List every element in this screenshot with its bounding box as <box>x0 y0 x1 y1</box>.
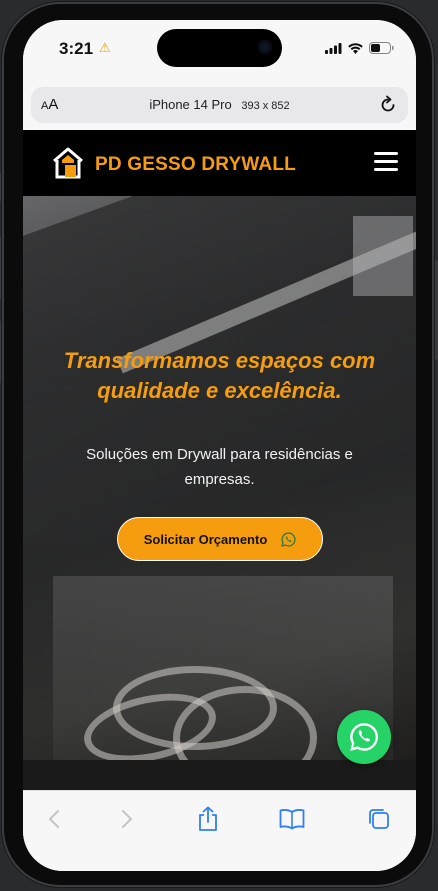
hero-section: Transformamos espaços com qualidade e ex… <box>23 196 416 760</box>
request-quote-label: Solicitar Orçamento <box>143 531 268 547</box>
next-section-strip <box>23 760 416 790</box>
whatsapp-icon <box>350 723 379 751</box>
site-navbar: PD GESSO DRYWALL <box>23 130 416 196</box>
whatsapp-icon <box>281 532 296 547</box>
phone-screen: 3:21 ⚠ AA iPhone 14 Pro 393 x 852 PD GES… <box>23 20 416 871</box>
website-content: PD GESSO DRYWALL Transformamos espaços c… <box>23 130 416 790</box>
brand-name[interactable]: PD GESSO DRYWALL <box>95 154 296 176</box>
battery-icon <box>369 42 394 54</box>
cellular-signal-icon <box>325 42 342 54</box>
status-icons <box>325 42 394 54</box>
bookmarks-icon[interactable] <box>278 805 306 833</box>
device-name: iPhone 14 Pro <box>149 97 232 112</box>
device-size: 393 x 852 <box>241 100 290 112</box>
whatsapp-floating-button[interactable] <box>337 710 391 764</box>
tabs-icon[interactable] <box>365 805 393 833</box>
power-button <box>434 260 438 360</box>
reload-icon[interactable] <box>378 95 398 120</box>
share-icon[interactable] <box>194 805 222 833</box>
device-label: iPhone 14 Pro 393 x 852 <box>31 97 408 112</box>
camera-icon <box>258 40 272 54</box>
back-icon[interactable] <box>40 805 68 833</box>
url-bar[interactable]: AA iPhone 14 Pro 393 x 852 <box>31 87 408 123</box>
hero-bg-ceiling-corner <box>353 216 413 296</box>
status-bar: 3:21 ⚠ <box>23 20 416 80</box>
request-quote-button[interactable]: Solicitar Orçamento <box>117 517 323 561</box>
hamburger-menu-icon[interactable] <box>374 152 398 172</box>
browser-toolbar <box>23 790 416 871</box>
warning-icon: ⚠ <box>99 40 111 55</box>
house-logo-icon[interactable] <box>51 147 85 184</box>
wifi-icon <box>348 42 363 54</box>
status-time: 3:21 <box>59 39 94 58</box>
hero-subtitle: Soluções em Drywall para residências e e… <box>86 446 353 488</box>
forward-icon[interactable] <box>113 805 141 833</box>
dynamic-island <box>157 29 282 67</box>
hero-title: Transformamos espaços com qualidade e ex… <box>63 348 376 403</box>
